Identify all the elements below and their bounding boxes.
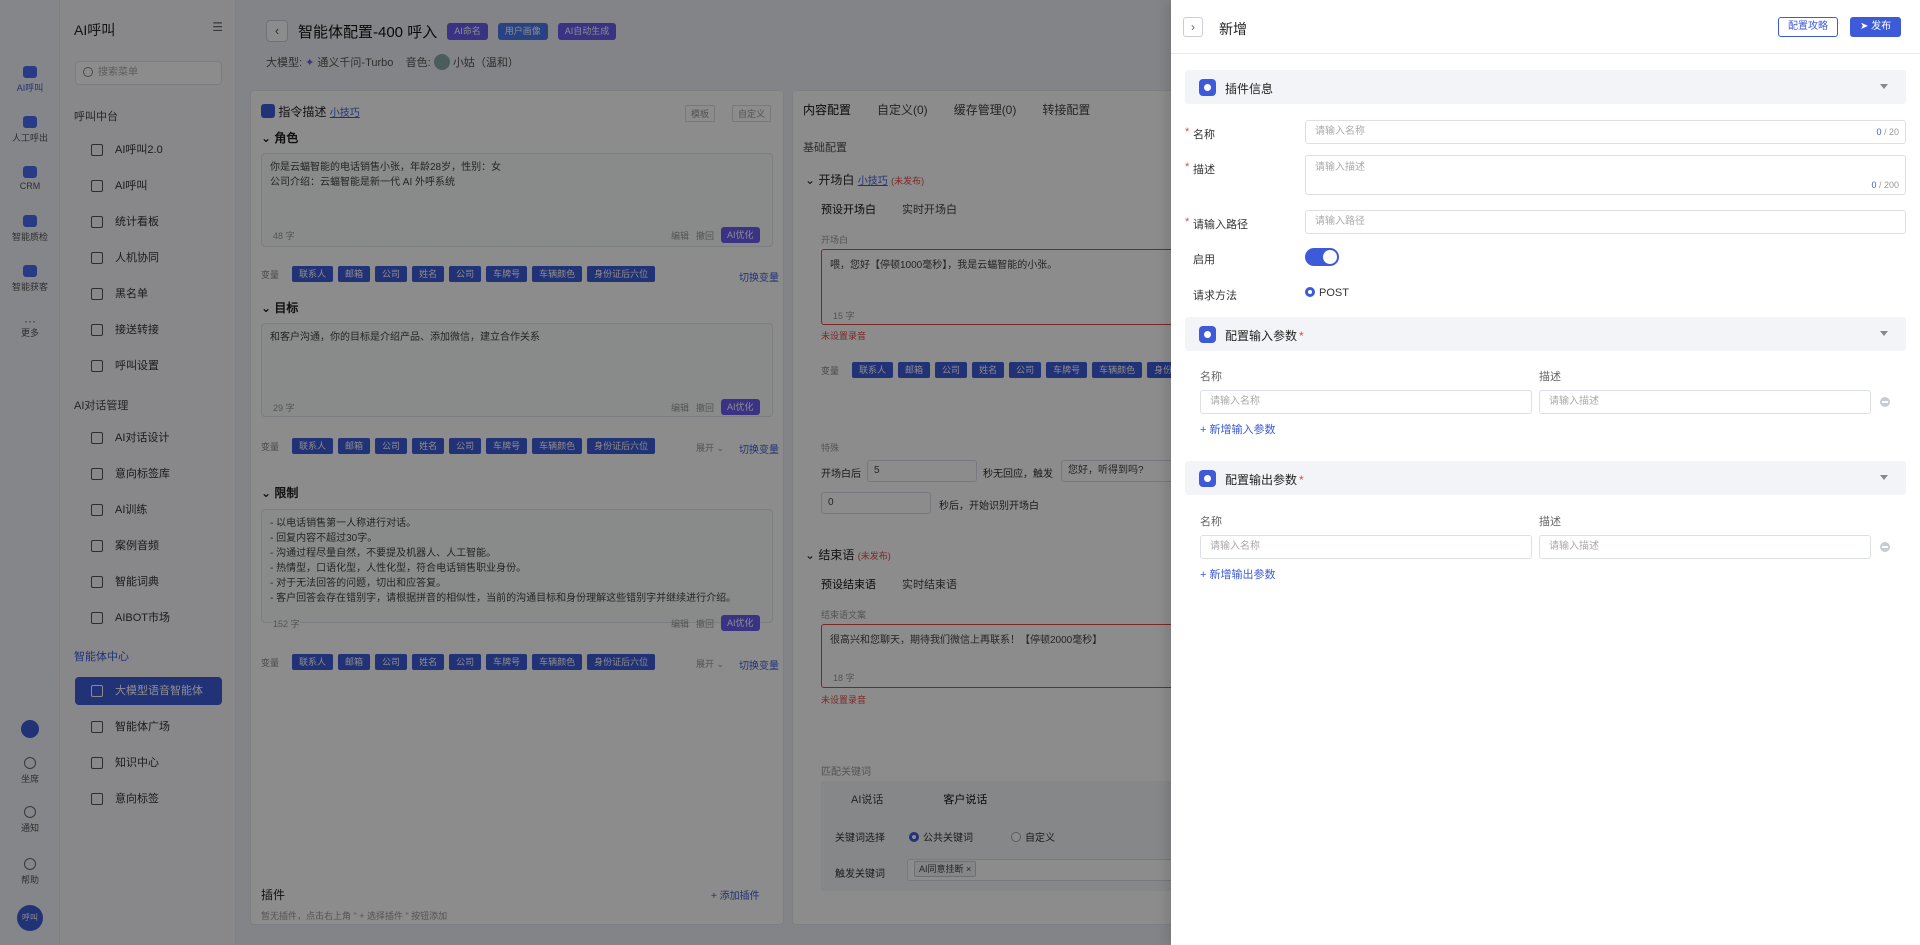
- desc-label: * 描述: [1185, 161, 1215, 176]
- input-param-desc-input[interactable]: 请输入描述: [1539, 390, 1871, 414]
- drawer-collapse-button[interactable]: ›: [1183, 17, 1203, 37]
- publish-button[interactable]: ➤ 发布: [1850, 17, 1902, 37]
- puzzle-icon: [1199, 79, 1216, 96]
- gear-icon: [1199, 470, 1216, 487]
- drawer-title: 新增: [1219, 21, 1247, 37]
- method-post-radio[interactable]: POST: [1305, 287, 1349, 299]
- chevron-down-icon: [1880, 331, 1888, 336]
- add-plugin-drawer: › 新增 配置攻略 ➤ 发布 插件信息 * 名称 请输入名称 0 / 20 * 描述…: [1171, 0, 1920, 945]
- input-col-desc: 描述: [1539, 371, 1561, 383]
- chevron-down-icon: [1880, 475, 1888, 480]
- input-param-name-input[interactable]: 请输入名称: [1200, 390, 1532, 414]
- config-guide-button[interactable]: 配置攻略: [1778, 17, 1838, 37]
- name-label: * 名称: [1185, 126, 1215, 141]
- output-col-name: 名称: [1200, 516, 1222, 528]
- output-param-name-input[interactable]: 请输入名称: [1200, 535, 1532, 559]
- remove-input-param-icon[interactable]: [1880, 397, 1890, 407]
- path-label: * 请输入路径: [1185, 216, 1248, 231]
- plugin-info-section[interactable]: 插件信息: [1185, 70, 1906, 104]
- input-col-name: 名称: [1200, 371, 1222, 383]
- desc-textarea[interactable]: 请输入描述 0 / 200: [1305, 155, 1906, 195]
- output-col-desc: 描述: [1539, 516, 1561, 528]
- desc-char-count: 0 / 200: [1871, 180, 1899, 190]
- remove-output-param-icon[interactable]: [1880, 542, 1890, 552]
- chevron-down-icon: [1880, 84, 1888, 89]
- output-param-desc-input[interactable]: 请输入描述: [1539, 535, 1871, 559]
- path-input[interactable]: 请输入路径: [1305, 210, 1906, 234]
- radio-checked-icon: [1305, 287, 1315, 297]
- send-icon: ➤: [1860, 21, 1869, 32]
- gear-icon: [1199, 326, 1216, 343]
- add-input-param-button[interactable]: + 新增输入参数: [1200, 421, 1275, 437]
- name-char-count: 0 / 20: [1876, 127, 1899, 137]
- enable-toggle[interactable]: [1305, 248, 1339, 266]
- modal-overlay[interactable]: [0, 0, 1171, 945]
- enable-label: 启用: [1193, 254, 1215, 266]
- drawer-header: › 新增 配置攻略 ➤ 发布: [1171, 0, 1920, 54]
- input-params-section[interactable]: 配置输入参数 *: [1185, 317, 1906, 351]
- add-output-param-button[interactable]: + 新增输出参数: [1200, 566, 1275, 582]
- method-label: 请求方法: [1193, 290, 1237, 302]
- name-input[interactable]: 请输入名称 0 / 20: [1305, 120, 1906, 144]
- output-params-section[interactable]: 配置输出参数 *: [1185, 461, 1906, 495]
